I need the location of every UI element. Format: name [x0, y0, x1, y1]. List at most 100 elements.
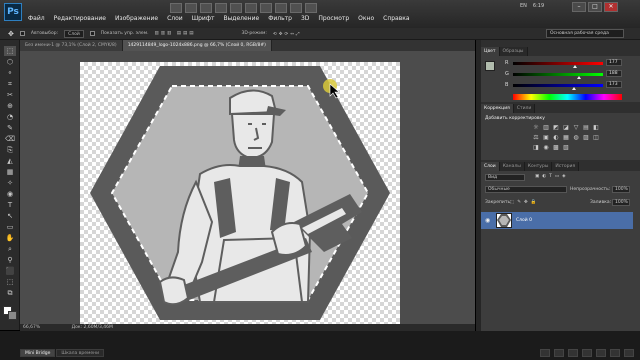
tool-10-icon[interactable]: ◭: [4, 156, 16, 166]
tray-icon[interactable]: [596, 349, 606, 357]
tool-5-icon[interactable]: ⊕: [4, 101, 16, 111]
app-shortcut-icon[interactable]: [305, 3, 317, 13]
channel-b-slider[interactable]: [513, 84, 603, 90]
adjustment-4-icon[interactable]: ▽: [572, 124, 580, 131]
language-indicator[interactable]: EN: [520, 3, 527, 9]
adjustment-15-icon[interactable]: ◉: [542, 144, 550, 151]
tool-11-icon[interactable]: ▦: [4, 167, 16, 177]
color-spectrum-bar[interactable]: [513, 94, 622, 100]
adjustment-5-icon[interactable]: ▤: [582, 124, 590, 131]
tray-icon[interactable]: [610, 349, 620, 357]
channel-b-value[interactable]: 173: [606, 81, 622, 88]
channel-r-value[interactable]: 177: [606, 59, 622, 66]
app-shortcut-icon[interactable]: [275, 3, 287, 13]
tool-19-icon[interactable]: ⚲: [4, 255, 16, 265]
3d-mode-icons[interactable]: ⟲✥⟳↔⤢: [273, 31, 302, 37]
app-shortcut-icon[interactable]: [215, 3, 227, 13]
tab-adjustments[interactable]: Коррекция: [481, 104, 514, 113]
fill-input[interactable]: 100%: [612, 199, 630, 206]
tray-icon[interactable]: [568, 349, 578, 357]
menu-type[interactable]: Шрифт: [192, 15, 215, 25]
tool-14-icon[interactable]: T: [4, 200, 16, 210]
adjustment-16-icon[interactable]: ▩: [552, 144, 560, 151]
tray-icon[interactable]: [540, 349, 550, 357]
adjustment-6-icon[interactable]: ◧: [592, 124, 600, 131]
lock-icons[interactable]: ⬚✎✥🔒: [510, 200, 539, 205]
tool-4-icon[interactable]: ✂: [4, 90, 16, 100]
tab-timeline[interactable]: Шкала времени: [56, 349, 105, 357]
tab-paths[interactable]: Контуры: [524, 162, 553, 171]
app-shortcut-icon[interactable]: [185, 3, 197, 13]
tool-6-icon[interactable]: ◔: [4, 112, 16, 122]
tool-3-icon[interactable]: ⌗: [4, 79, 16, 89]
tool-21-icon[interactable]: ⬚: [4, 277, 16, 287]
doc-tab-untitled[interactable]: Без имени-1 @ 73,1% (Слой 2, CMYK/8): [20, 40, 123, 51]
app-shortcut-icon[interactable]: [200, 3, 212, 13]
align-icons[interactable]: ▥▥▥ ▤▤▤: [155, 31, 196, 36]
layer-name[interactable]: Слой 0: [516, 218, 532, 223]
tool-20-icon[interactable]: ⬛: [4, 266, 16, 276]
menu-edit[interactable]: Редактирование: [54, 15, 106, 25]
tool-22-icon[interactable]: ⧉: [4, 288, 16, 298]
adjustment-14-icon[interactable]: ◨: [532, 144, 540, 151]
maximize-button[interactable]: □: [588, 2, 602, 12]
canvas-area[interactable]: [20, 51, 475, 324]
tool-12-icon[interactable]: ✧: [4, 178, 16, 188]
adjustment-17-icon[interactable]: ▧: [562, 144, 570, 151]
app-shortcut-icon[interactable]: [170, 3, 182, 13]
tab-color[interactable]: Цвет: [481, 47, 500, 56]
app-shortcut-icon[interactable]: [230, 3, 242, 13]
tab-styles[interactable]: Стили: [513, 104, 536, 113]
tab-channels[interactable]: Каналы: [499, 162, 525, 171]
close-button[interactable]: ✕: [604, 2, 618, 12]
slider-marker-icon[interactable]: [572, 87, 577, 90]
background-color-swatch[interactable]: [8, 311, 17, 320]
adjustment-8-icon[interactable]: ▣: [542, 134, 550, 141]
menu-3d[interactable]: 3D: [301, 15, 309, 25]
move-tool-icon[interactable]: ✥: [8, 30, 14, 38]
adjustment-12-icon[interactable]: ▨: [582, 134, 590, 141]
adjustment-13-icon[interactable]: ◫: [592, 134, 600, 141]
layer-filter-icons[interactable]: ▣◐T▭◈: [535, 174, 569, 179]
menu-help[interactable]: Справка: [383, 15, 409, 25]
doc-size[interactable]: Док: 2,60M/3,46M: [72, 325, 113, 330]
opacity-input[interactable]: 100%: [612, 186, 630, 193]
tool-0-icon[interactable]: ⬚: [4, 46, 16, 56]
tool-18-icon[interactable]: ⌕: [4, 244, 16, 254]
menu-file[interactable]: Файл: [28, 15, 45, 25]
tray-icon[interactable]: [582, 349, 592, 357]
zoom-level[interactable]: 66,67%: [23, 325, 40, 330]
tool-1-icon[interactable]: ⬡: [4, 57, 16, 67]
adjustment-2-icon[interactable]: ◩: [552, 124, 560, 131]
slider-marker-icon[interactable]: [577, 76, 582, 79]
tool-8-icon[interactable]: ⌫: [4, 134, 16, 144]
tool-9-icon[interactable]: ⎘: [4, 145, 16, 155]
adjustment-11-icon[interactable]: ◍: [572, 134, 580, 141]
tray-icon[interactable]: [624, 349, 634, 357]
tray-icon[interactable]: [554, 349, 564, 357]
tool-13-icon[interactable]: ◉: [4, 189, 16, 199]
menu-filter[interactable]: Фильтр: [268, 15, 292, 25]
workspace-select[interactable]: Основная рабочая среда: [546, 29, 624, 38]
tab-history[interactable]: История: [552, 162, 580, 171]
color-foreground-swatch[interactable]: [485, 61, 495, 71]
tab-layers[interactable]: Слои: [481, 162, 500, 171]
channel-r-slider[interactable]: [513, 62, 603, 68]
menu-select[interactable]: Выделение: [223, 15, 259, 25]
app-shortcut-icon[interactable]: [245, 3, 257, 13]
show-transform-checkbox[interactable]: [89, 31, 95, 36]
layer-kind-filter[interactable]: Вид: [485, 174, 525, 181]
eye-icon[interactable]: ◉: [485, 217, 490, 224]
document-canvas[interactable]: [80, 62, 400, 324]
adjustment-9-icon[interactable]: ◐: [552, 134, 560, 141]
tab-swatches[interactable]: Образцы: [499, 47, 528, 56]
adjustment-7-icon[interactable]: ⚖: [532, 134, 540, 141]
menu-window[interactable]: Окно: [358, 15, 374, 25]
menu-image[interactable]: Изображение: [115, 15, 158, 25]
tool-7-icon[interactable]: ✎: [4, 123, 16, 133]
channel-g-slider[interactable]: [513, 73, 603, 79]
tab-mini-bridge[interactable]: Mini Bridge: [20, 349, 56, 357]
adjustment-0-icon[interactable]: ☼: [532, 124, 540, 131]
app-shortcut-icon[interactable]: [290, 3, 302, 13]
adjustment-10-icon[interactable]: ▦: [562, 134, 570, 141]
